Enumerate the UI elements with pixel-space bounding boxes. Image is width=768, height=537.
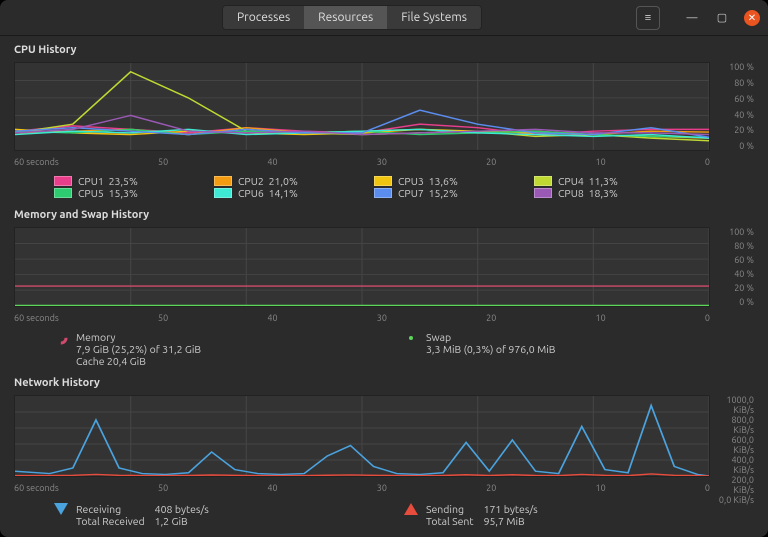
maximize-icon: ▢ — [717, 11, 727, 24]
net-legend: Receiving 408 bytes/s Total Received 1,2… — [14, 499, 754, 527]
menu-button[interactable]: ≡ — [636, 6, 660, 30]
memory-usage: 7,9 GiB (25,2%) of 31,2 GiB — [76, 343, 201, 355]
swatch-icon — [214, 176, 232, 186]
swap-usage: 3,3 MiB (0,3%) of 976,0 MiB — [426, 343, 555, 355]
legend-item-cpu4[interactable]: CPU4 11,3% — [534, 175, 674, 187]
upload-icon — [404, 503, 418, 515]
cpu-xaxis: 60 seconds50403020100 — [14, 155, 754, 169]
recv-total: 1,2 GiB — [155, 515, 209, 527]
send-total-label: Total Sent — [426, 515, 474, 527]
memory-label: Memory — [76, 331, 201, 343]
cpu-section-title: CPU History — [14, 44, 754, 56]
mem-chart-wrap: 100 %80 %60 %40 %20 %0 % — [14, 227, 754, 307]
recv-label: Receiving — [76, 503, 145, 515]
mem-yaxis: 100 %80 %60 %40 %20 %0 % — [710, 227, 754, 307]
mem-xaxis: 60 seconds50403020100 — [14, 311, 754, 325]
swatch-icon — [534, 188, 552, 198]
legend-item-cpu3[interactable]: CPU3 13,6% — [374, 175, 514, 187]
legend-item-cpu2[interactable]: CPU2 21,0% — [214, 175, 354, 187]
hamburger-icon: ≡ — [645, 12, 651, 24]
swap-label: Swap — [426, 331, 555, 343]
legend-text: CPU5 15,3% — [78, 187, 138, 199]
net-xaxis: 60 seconds50403020100 — [14, 481, 754, 495]
mem-legend: Memory 7,9 GiB (25,2%) of 31,2 GiB Cache… — [14, 329, 754, 371]
recv-rate: 408 bytes/s — [155, 503, 209, 515]
swatch-icon — [214, 188, 232, 198]
legend-text: CPU8 18,3% — [558, 187, 618, 199]
swap-icon — [404, 331, 418, 345]
memory-legend-item: Memory 7,9 GiB (25,2%) of 31,2 GiB Cache… — [54, 331, 404, 367]
legend-item-cpu7[interactable]: CPU7 15,2% — [374, 187, 514, 199]
swatch-icon — [54, 188, 72, 198]
legend-text: CPU2 21,0% — [238, 175, 298, 187]
mem-plot-svg — [15, 228, 709, 306]
net-plot-svg — [15, 396, 709, 476]
memory-icon — [54, 331, 68, 345]
cpu-plot-svg — [15, 63, 709, 150]
tab-resources[interactable]: Resources — [304, 6, 387, 29]
cpu-chart — [14, 62, 710, 151]
legend-text: CPU1 23,5% — [78, 175, 138, 187]
send-label: Sending — [426, 503, 474, 515]
view-tabs: Processes Resources File Systems — [222, 5, 482, 30]
recv-total-label: Total Received — [76, 515, 145, 527]
cpu-chart-wrap: 100 %80 %60 %40 %20 %0 % — [14, 62, 754, 151]
legend-text: CPU3 13,6% — [398, 175, 458, 187]
memory-cache: Cache 20,4 GiB — [76, 355, 201, 367]
send-rate: 171 bytes/s — [484, 503, 538, 515]
maximize-button[interactable]: ▢ — [714, 10, 730, 26]
resources-page: CPU History 100 %80 %60 %40 %20 %0 % 60 … — [0, 36, 768, 537]
cpu-yaxis: 100 %80 %60 %40 %20 %0 % — [710, 62, 754, 151]
tab-filesystems[interactable]: File Systems — [387, 6, 481, 29]
mem-chart — [14, 227, 710, 307]
swap-legend-item: Swap 3,3 MiB (0,3%) of 976,0 MiB — [404, 331, 754, 367]
legend-item-cpu8[interactable]: CPU8 18,3% — [534, 187, 674, 199]
legend-item-cpu5[interactable]: CPU5 15,3% — [54, 187, 194, 199]
swatch-icon — [54, 176, 72, 186]
legend-text: CPU6 14,1% — [238, 187, 298, 199]
net-recv-item: Receiving 408 bytes/s Total Received 1,2… — [54, 503, 404, 527]
net-send-item: Sending 171 bytes/s Total Sent 95,7 MiB — [404, 503, 754, 527]
cpu-legend: CPU1 23,5% CPU2 21,0% CPU3 13,6% CPU4 11,3%… — [14, 173, 754, 203]
swatch-icon — [534, 176, 552, 186]
mem-section-title: Memory and Swap History — [14, 209, 754, 221]
legend-text: CPU7 15,2% — [398, 187, 458, 199]
legend-item-cpu1[interactable]: CPU1 23,5% — [54, 175, 194, 187]
minimize-button[interactable]: — — [684, 10, 700, 26]
minimize-icon: — — [687, 12, 698, 24]
net-section-title: Network History — [14, 377, 754, 389]
swatch-icon — [374, 176, 392, 186]
system-monitor-window: Processes Resources File Systems ≡ — ▢ ✕… — [0, 0, 768, 537]
send-total: 95,7 MiB — [484, 515, 538, 527]
swatch-icon — [374, 188, 392, 198]
legend-item-cpu6[interactable]: CPU6 14,1% — [214, 187, 354, 199]
legend-text: CPU4 11,3% — [558, 175, 618, 187]
net-chart — [14, 395, 710, 477]
net-yaxis: 1000,0 KiB/s800,0 KiB/s600,0 KiB/s400,0 … — [710, 395, 754, 477]
titlebar: Processes Resources File Systems ≡ — ▢ ✕ — [0, 0, 768, 36]
net-chart-wrap: 1000,0 KiB/s800,0 KiB/s600,0 KiB/s400,0 … — [14, 395, 754, 477]
window-controls: ≡ — ▢ ✕ — [636, 6, 760, 30]
tab-processes[interactable]: Processes — [223, 6, 304, 29]
close-button[interactable]: ✕ — [744, 10, 760, 26]
close-icon: ✕ — [748, 12, 756, 24]
download-icon — [54, 503, 68, 515]
